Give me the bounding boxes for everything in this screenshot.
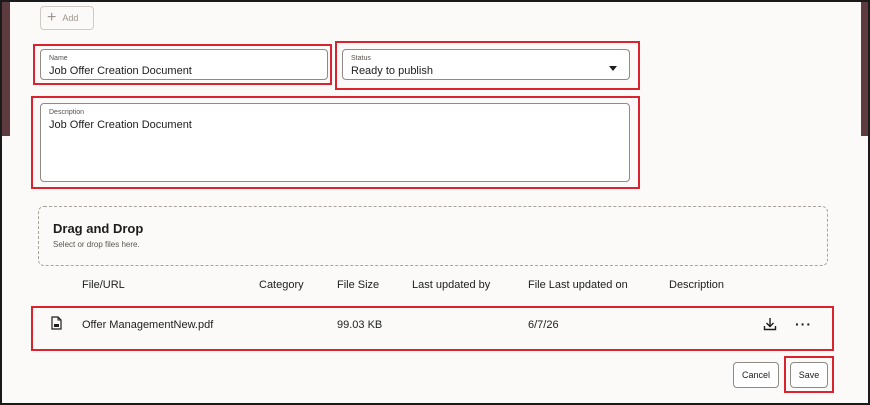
description-field-label: Description bbox=[49, 109, 85, 116]
attachment-file-link[interactable]: Offer ManagementNew.pdf bbox=[82, 319, 213, 331]
description-field[interactable]: Description Job Offer Creation Document bbox=[40, 103, 630, 182]
right-accent-band bbox=[861, 2, 868, 136]
plus-icon: + bbox=[47, 9, 57, 26]
column-header-last-updated-by: Last updated by bbox=[412, 279, 491, 291]
status-select-value: Ready to publish bbox=[351, 65, 433, 77]
add-button[interactable]: + Add bbox=[40, 6, 94, 30]
more-actions-icon[interactable]: ··· bbox=[795, 317, 812, 331]
download-icon[interactable] bbox=[763, 317, 777, 331]
name-field-label: Name bbox=[49, 55, 68, 62]
add-button-label: Add bbox=[62, 13, 79, 23]
description-field-value: Job Offer Creation Document bbox=[49, 119, 192, 131]
attachment-file-size: 99.03 KB bbox=[337, 319, 383, 331]
status-select-label: Status bbox=[351, 55, 371, 62]
name-field-value: Job Offer Creation Document bbox=[49, 65, 192, 77]
save-button[interactable]: Save bbox=[790, 362, 828, 388]
column-header-last-updated-on: File Last updated on bbox=[528, 279, 628, 291]
column-header-file-size: File Size bbox=[337, 279, 380, 291]
chevron-down-icon[interactable] bbox=[609, 66, 617, 71]
dropzone-title: Drag and Drop bbox=[53, 221, 144, 236]
file-dropzone[interactable]: Drag and Drop Select or drop files here. bbox=[38, 206, 828, 266]
file-icon bbox=[51, 316, 62, 330]
left-accent-band bbox=[2, 2, 10, 136]
dropzone-subtitle: Select or drop files here. bbox=[53, 240, 140, 249]
attachment-updated-on: 6/7/26 bbox=[528, 319, 559, 331]
name-field[interactable]: Name Job Offer Creation Document bbox=[40, 49, 328, 80]
column-header-description: Description bbox=[669, 279, 725, 291]
cancel-button[interactable]: Cancel bbox=[733, 362, 779, 388]
status-select[interactable]: Status Ready to publish bbox=[342, 49, 630, 80]
column-header-file: File/URL bbox=[82, 279, 125, 291]
column-header-category: Category bbox=[259, 279, 304, 291]
